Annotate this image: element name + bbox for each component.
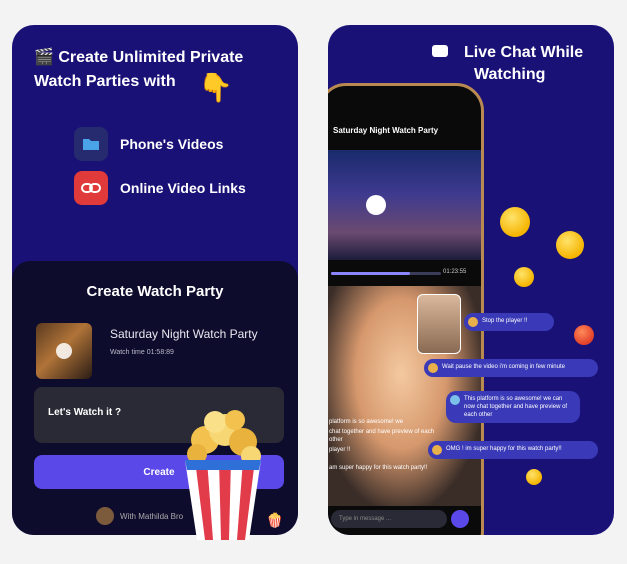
chat-line: player !! bbox=[329, 447, 351, 453]
phone-title: Saturday Night Watch Party bbox=[333, 126, 439, 135]
feature-label: Phone's Videos bbox=[120, 136, 224, 152]
angry-emoji-icon bbox=[574, 325, 594, 345]
video-player[interactable] bbox=[328, 150, 481, 260]
chat-line: am super happy for this watch party!! bbox=[329, 465, 428, 471]
play-icon[interactable] bbox=[366, 195, 386, 215]
chat-bubble: Wait pause the video i'm coming in few m… bbox=[424, 359, 598, 377]
panel-title: Create Watch Party bbox=[86, 283, 224, 300]
timecode: 01:23:55 bbox=[443, 269, 467, 275]
video-call-pip bbox=[417, 294, 461, 354]
chat-bubble: OMG ! im super happy for this watch part… bbox=[428, 441, 598, 459]
right-header-line1: Live Chat While bbox=[464, 44, 584, 61]
pointing-hand-icon: 👇 bbox=[198, 72, 233, 103]
grin-emoji-icon bbox=[556, 231, 584, 259]
popcorn-small-icon: 🍿 bbox=[266, 512, 284, 528]
avatar bbox=[428, 363, 438, 373]
chat-line: platform is so awesome! we bbox=[329, 419, 404, 425]
chat-input[interactable]: Type in message ... bbox=[331, 510, 447, 528]
surprised-emoji-icon bbox=[500, 207, 530, 237]
avatar bbox=[96, 507, 114, 525]
avatar bbox=[450, 395, 460, 405]
send-icon[interactable] bbox=[451, 510, 469, 528]
folder-icon bbox=[74, 127, 108, 161]
chat-bubble: Stop the player !! bbox=[464, 313, 554, 331]
chat-line: chat together and have preview of each o… bbox=[329, 429, 435, 443]
feature-phone-videos: Phone's Videos bbox=[74, 127, 223, 161]
feature-online-links: Online Video Links bbox=[74, 171, 246, 205]
chat-bubble: This platform is so awesome! we can now … bbox=[446, 391, 580, 423]
smile-emoji-icon bbox=[526, 469, 542, 485]
with-row: With Mathilda Bro bbox=[96, 507, 183, 525]
left-header-line1: 🎬 Create Unlimited Private bbox=[34, 49, 244, 66]
link-icon bbox=[74, 171, 108, 205]
phone-mockup: Saturday Night Watch Party 01:23:55 plat… bbox=[328, 83, 484, 535]
party-name: Saturday Night Watch Party bbox=[110, 327, 258, 341]
video-progress[interactable] bbox=[331, 272, 441, 275]
right-promo-card: Live Chat While Watching Saturday Night … bbox=[328, 25, 614, 535]
avatar bbox=[432, 445, 442, 455]
play-icon bbox=[56, 343, 72, 359]
video-thumbnail[interactable] bbox=[36, 323, 92, 379]
avatar bbox=[468, 317, 478, 327]
sad-emoji-icon bbox=[514, 267, 534, 287]
popcorn-icon bbox=[185, 410, 261, 540]
left-header-line2: Watch Parties with bbox=[34, 73, 176, 90]
feature-label: Online Video Links bbox=[120, 180, 246, 196]
with-text: With Mathilda Bro bbox=[120, 511, 184, 521]
right-header-line2: Watching bbox=[474, 66, 546, 83]
chat-bubble-icon bbox=[432, 45, 448, 57]
watch-time: Watch time 01:58:89 bbox=[110, 349, 174, 356]
